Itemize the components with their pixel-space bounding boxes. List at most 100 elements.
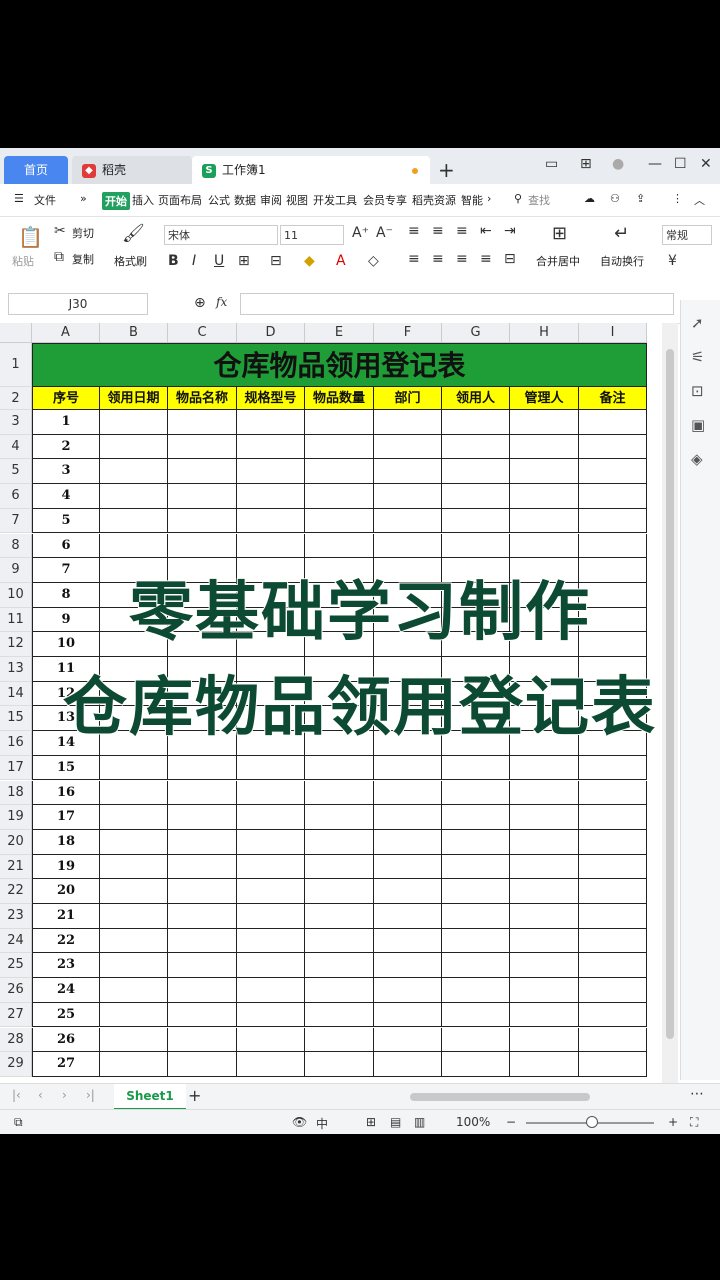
table-cell[interactable] bbox=[305, 978, 374, 1003]
paste-icon[interactable]: 📋 bbox=[18, 225, 43, 249]
row-header[interactable]: 6 bbox=[0, 484, 32, 509]
table-cell[interactable] bbox=[442, 434, 510, 460]
menu-view[interactable]: 视图 bbox=[286, 192, 308, 208]
table-cell[interactable] bbox=[442, 508, 510, 534]
table-cell[interactable] bbox=[510, 484, 579, 509]
table-cell[interactable] bbox=[100, 533, 168, 559]
table-cell[interactable] bbox=[442, 904, 510, 929]
table-cell[interactable] bbox=[374, 434, 442, 460]
table-cell[interactable] bbox=[100, 755, 168, 781]
name-box[interactable]: J30 bbox=[8, 293, 148, 315]
decrease-font-icon[interactable]: A⁻ bbox=[376, 225, 393, 241]
table-header-cell[interactable]: 部门 bbox=[374, 387, 442, 410]
row-header[interactable]: 25 bbox=[0, 953, 32, 979]
table-cell[interactable] bbox=[237, 953, 305, 979]
table-cell[interactable] bbox=[100, 879, 168, 904]
avatar[interactable]: ● bbox=[612, 156, 624, 172]
table-cell[interactable] bbox=[237, 978, 305, 1003]
last-sheet-icon[interactable]: ›| bbox=[86, 1088, 95, 1102]
menu-review[interactable]: 审阅 bbox=[260, 192, 282, 208]
table-header-cell[interactable]: 规格型号 bbox=[237, 387, 305, 410]
column-header-i[interactable]: I bbox=[579, 323, 647, 343]
search-icon[interactable]: ⚲ bbox=[514, 192, 522, 205]
fx-label[interactable]: fx bbox=[216, 295, 227, 309]
crop-icon[interactable]: ⊡ bbox=[691, 382, 704, 400]
indent-decrease-icon[interactable]: ⇤ bbox=[480, 223, 492, 239]
table-cell[interactable] bbox=[510, 805, 579, 830]
table-cell[interactable] bbox=[579, 953, 647, 979]
table-cell[interactable] bbox=[168, 1052, 237, 1077]
row-header[interactable]: 29 bbox=[0, 1052, 32, 1077]
row-header[interactable]: 20 bbox=[0, 829, 32, 855]
justify-icon[interactable]: ≡ bbox=[480, 251, 492, 267]
table-cell[interactable] bbox=[510, 410, 579, 435]
table-cell[interactable] bbox=[305, 410, 374, 435]
table-cell[interactable] bbox=[237, 829, 305, 855]
row-header[interactable]: 28 bbox=[0, 1027, 32, 1053]
reading-view-icon[interactable]: ▥ bbox=[414, 1115, 425, 1129]
share-user-icon[interactable]: ⚇ bbox=[610, 192, 620, 205]
table-cell[interactable] bbox=[442, 879, 510, 904]
more-icon[interactable]: ⋮ bbox=[672, 192, 683, 205]
table-header-cell[interactable]: 备注 bbox=[579, 387, 647, 410]
table-cell[interactable] bbox=[510, 1052, 579, 1077]
select-all-corner[interactable] bbox=[0, 323, 32, 343]
new-tab-button[interactable]: + bbox=[438, 158, 455, 182]
table-cell[interactable] bbox=[374, 755, 442, 781]
row-header[interactable]: 7 bbox=[0, 508, 32, 534]
row-header[interactable]: 18 bbox=[0, 780, 32, 806]
table-cell[interactable] bbox=[168, 978, 237, 1003]
table-cell[interactable] bbox=[442, 854, 510, 880]
table-cell[interactable] bbox=[374, 854, 442, 880]
table-cell[interactable] bbox=[100, 978, 168, 1003]
table-cell[interactable] bbox=[374, 1052, 442, 1077]
table-cell[interactable] bbox=[374, 1027, 442, 1053]
font-size-select[interactable]: 11 bbox=[280, 225, 344, 245]
location-icon[interactable]: ◈ bbox=[691, 450, 703, 468]
sheet-tab-sheet1[interactable]: Sheet1 bbox=[114, 1084, 186, 1110]
table-cell[interactable] bbox=[305, 780, 374, 806]
table-cell[interactable] bbox=[100, 1002, 168, 1028]
menu-smart[interactable]: 智能 bbox=[461, 192, 483, 208]
table-cell[interactable] bbox=[442, 459, 510, 485]
table-cell[interactable] bbox=[510, 879, 579, 904]
row-header[interactable]: 17 bbox=[0, 755, 32, 781]
table-cell[interactable] bbox=[579, 459, 647, 485]
table-cell[interactable] bbox=[510, 904, 579, 929]
share-icon[interactable]: ⇪ bbox=[636, 192, 645, 205]
column-header-f[interactable]: F bbox=[374, 323, 442, 343]
table-cell[interactable] bbox=[510, 928, 579, 954]
row-header[interactable]: 5 bbox=[0, 459, 32, 485]
table-cell[interactable] bbox=[237, 459, 305, 485]
first-sheet-icon[interactable]: |‹ bbox=[12, 1088, 21, 1102]
row-header[interactable]: 21 bbox=[0, 854, 32, 880]
table-cell[interactable] bbox=[374, 978, 442, 1003]
row-header[interactable]: 26 bbox=[0, 978, 32, 1003]
table-header-cell[interactable]: 领用人 bbox=[442, 387, 510, 410]
table-cell[interactable] bbox=[579, 484, 647, 509]
menu-home[interactable]: 开始 bbox=[102, 192, 130, 210]
distribute-icon[interactable]: ⊟ bbox=[504, 251, 516, 267]
menu-docer-resources[interactable]: 稻壳资源 bbox=[412, 192, 456, 208]
font-color-icon[interactable]: A bbox=[336, 253, 346, 269]
collapse-ribbon-icon[interactable]: ︿ bbox=[694, 192, 705, 208]
menu-insert[interactable]: 插入 bbox=[132, 192, 154, 208]
table-cell[interactable] bbox=[100, 410, 168, 435]
table-header-cell[interactable]: 物品数量 bbox=[305, 387, 374, 410]
column-header-g[interactable]: G bbox=[442, 323, 510, 343]
align-right-icon[interactable]: ≡ bbox=[456, 251, 468, 267]
cut-button[interactable]: 剪切 bbox=[72, 225, 94, 241]
table-cell[interactable] bbox=[510, 854, 579, 880]
table-cell[interactable] bbox=[442, 1027, 510, 1053]
table-cell[interactable] bbox=[100, 829, 168, 855]
table-cell[interactable] bbox=[374, 829, 442, 855]
table-cell[interactable] bbox=[237, 1002, 305, 1028]
increase-font-icon[interactable]: A⁺ bbox=[352, 225, 369, 241]
close-icon[interactable]: ✕ bbox=[700, 156, 712, 172]
table-cell[interactable] bbox=[237, 484, 305, 509]
minimize-icon[interactable]: — bbox=[648, 156, 662, 172]
table-cell[interactable] bbox=[168, 434, 237, 460]
table-cell[interactable] bbox=[510, 1002, 579, 1028]
table-cell[interactable] bbox=[579, 508, 647, 534]
table-cell[interactable] bbox=[168, 904, 237, 929]
